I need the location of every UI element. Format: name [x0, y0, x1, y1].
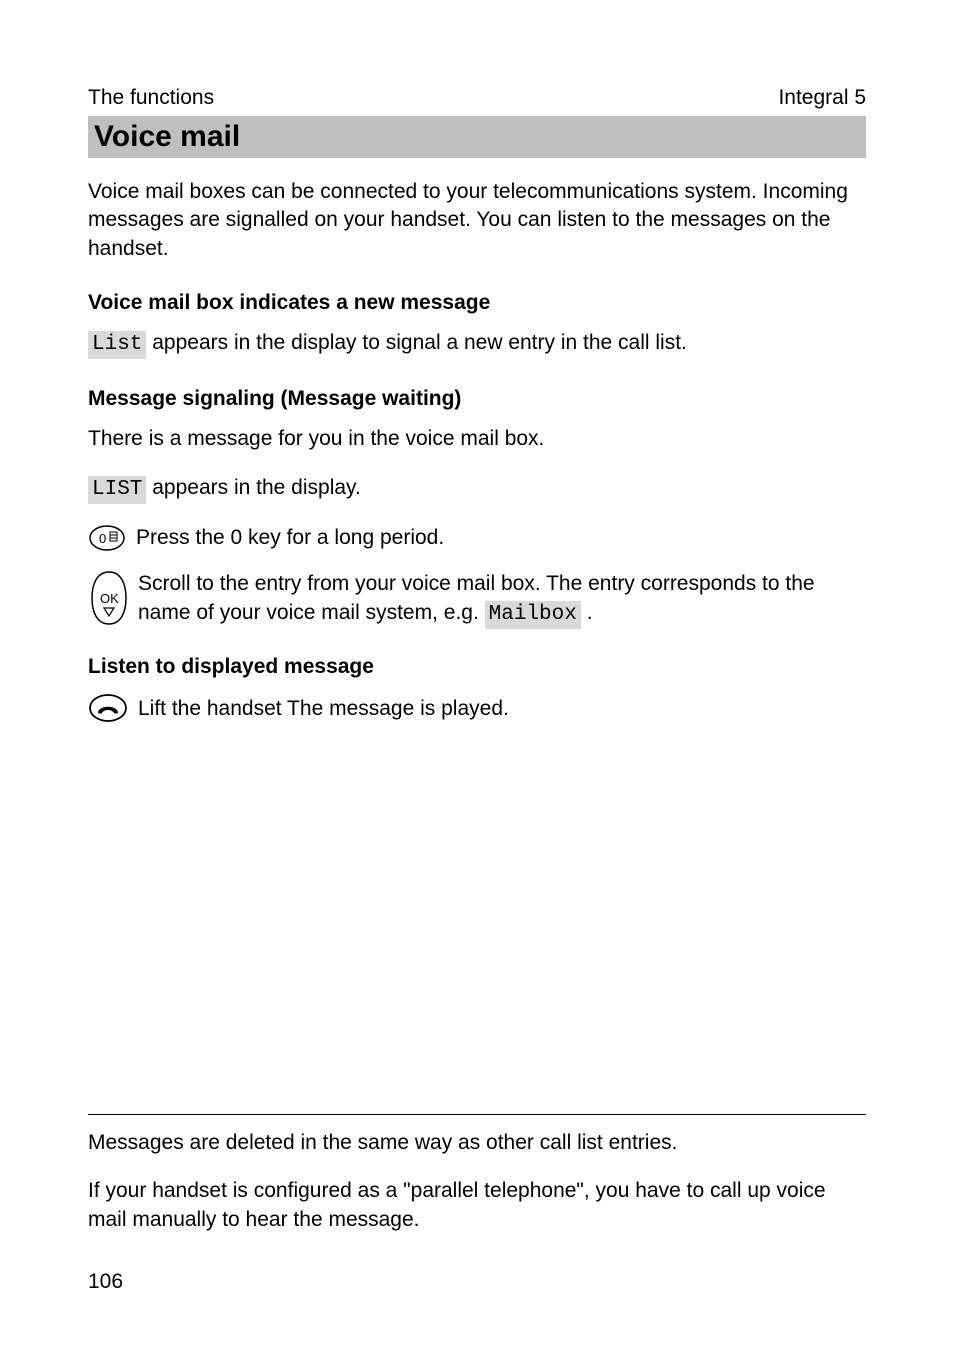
header-right: Integral 5 — [778, 86, 866, 110]
page-title: Voice mail — [88, 116, 866, 158]
lift-handset-text: Lift the handset The message is played. — [138, 695, 509, 723]
footer-line2: If your handset is configured as a "para… — [88, 1177, 866, 1234]
scroll-text-wrap: Scroll to the entry from your voice mail… — [138, 572, 815, 623]
scroll-prefix: Scroll to the entry from your voice mail… — [138, 572, 815, 623]
section-listen-head: Listen to displayed message — [88, 655, 866, 679]
section-new-message-head: Voice mail box indicates a new message — [88, 291, 866, 315]
svg-text:0: 0 — [99, 531, 106, 546]
page-header: The functions Integral 5 — [88, 86, 866, 110]
press-zero-text: Press the 0 key for a long period. — [136, 524, 444, 552]
footer-line1: Messages are deleted in the same way as … — [88, 1129, 866, 1157]
zero-key-icon: 0 — [88, 524, 126, 552]
document-page: The functions Integral 5 Voice mail Voic… — [0, 0, 954, 1354]
list-upper-line: LIST appears in the display. — [88, 474, 866, 504]
page-number: 106 — [88, 1270, 866, 1294]
scroll-suffix: . — [581, 601, 593, 624]
step-press-zero: 0 Press the 0 key for a long period. — [88, 524, 866, 552]
intro-paragraph: Voice mail boxes can be connected to you… — [88, 178, 866, 263]
code-mailbox: Mailbox — [485, 601, 581, 629]
ok-down-icon: OK — [88, 570, 130, 626]
code-list: List — [88, 331, 146, 359]
new-message-line: List appears in the display to signal a … — [88, 329, 866, 359]
step-lift-handset: Lift the handset The message is played. — [88, 693, 866, 723]
footer-divider — [88, 1114, 866, 1115]
waiting-text: appears in the display. — [146, 476, 360, 499]
new-message-text: appears in the display to signal a new e… — [146, 331, 686, 354]
code-list-upper: LIST — [88, 476, 146, 504]
header-left: The functions — [88, 86, 214, 110]
svg-text:OK: OK — [100, 591, 119, 606]
section-waiting-head: Message signaling (Message waiting) — [88, 387, 866, 411]
step-scroll: OK Scroll to the entry from your voice m… — [88, 570, 866, 629]
lift-handset-icon — [88, 693, 128, 723]
waiting-intro: There is a message for you in the voice … — [88, 425, 866, 453]
footer-block: Messages are deleted in the same way as … — [88, 1114, 866, 1294]
